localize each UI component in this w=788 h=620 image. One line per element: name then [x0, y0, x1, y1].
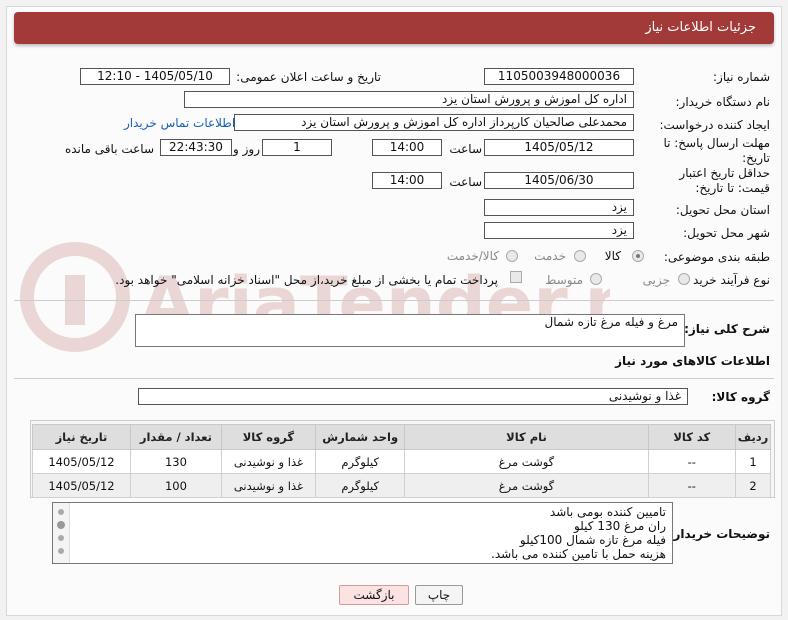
buyer-org-field: اداره کل اموزش و پرورش استان یزد: [184, 91, 634, 108]
cell-need-date: 1405/05/12: [32, 449, 131, 474]
col-quantity: تعداد / مقدار: [129, 424, 222, 450]
separator: [14, 378, 774, 379]
col-unit: واحد شمارش: [314, 424, 406, 450]
category-option-goods: کالا: [604, 249, 621, 263]
announce-label: تاریخ و ساعت اعلان عمومی:: [236, 70, 381, 84]
buyer-notes-line: ران مرغ 130 کیلو: [573, 519, 666, 533]
col-item-code: کد کالا: [647, 424, 737, 450]
col-row-number: ردیف: [735, 424, 771, 450]
cell-group: غذا و نوشیدنی: [220, 449, 316, 474]
delivery-city-field: یزد: [484, 222, 634, 239]
cell-item-code: --: [647, 449, 737, 474]
goods-group-label: گروه کالا:: [711, 390, 770, 404]
reply-time-field: 14:00: [372, 139, 442, 156]
process-label: نوع فرآیند خرید :: [685, 273, 770, 287]
description-field: مرغ و فیله مرغ تازه شمال: [135, 314, 685, 347]
category-radio-goods-service[interactable]: [506, 250, 518, 262]
col-item-name: نام کالا: [404, 424, 649, 450]
reply-date-field: 1405/05/12: [484, 139, 634, 156]
delivery-city-label: شهر محل تحویل:: [683, 226, 770, 240]
col-group: گروه کالا: [220, 424, 316, 450]
cell-unit: کیلوگرم: [314, 473, 406, 498]
separator: [14, 300, 774, 301]
cell-unit: کیلوگرم: [314, 449, 406, 474]
cell-group: غذا و نوشیدنی: [220, 473, 316, 498]
category-label: طبقه بندی موضوعی:: [663, 250, 770, 264]
treasury-payment-checkbox[interactable]: [510, 271, 522, 283]
notes-scrollbar[interactable]: [53, 503, 70, 563]
buyer-notes-line: هزینه حمل با تامین کننده می باشد.: [491, 547, 666, 561]
need-number-field: 1105003948000036: [484, 68, 634, 85]
category-option-service: خدمت: [534, 249, 566, 263]
category-radio-goods[interactable]: [632, 250, 644, 262]
page-title: جزئیات اطلاعات نیاز: [645, 20, 756, 35]
page-header: جزئیات اطلاعات نیاز: [14, 12, 774, 44]
buyer-notes-field[interactable]: تامیین کننده بومی باشد ران مرغ 130 کیلو …: [52, 502, 673, 564]
table-row[interactable]: 1 -- گوشت مرغ کیلوگرم غذا و نوشیدنی 130 …: [32, 449, 771, 474]
price-time-field: 14:00: [372, 172, 442, 189]
buyer-org-label: نام دستگاه خریدار:: [675, 95, 771, 109]
goods-section-title: اطلاعات کالاهای مورد نیاز: [615, 354, 770, 368]
category-option-goods-service: کالا/خدمت: [446, 249, 499, 263]
remaining-time-field: 22:43:30: [160, 139, 232, 156]
delivery-province-field: یزد: [484, 199, 634, 216]
payment-note: پرداخت تمام یا بخشی از مبلغ خرید،از محل …: [115, 273, 498, 287]
price-deadline-label: حداقل تاریخ اعتبار قیمت: تا تاریخ:: [679, 166, 770, 195]
buyer-contact-link[interactable]: اطلاعات تماس خریدار: [124, 116, 235, 130]
goods-group-field: غذا و نوشیدنی: [138, 388, 688, 405]
cell-row-number: 1: [735, 449, 771, 474]
cell-need-date: 1405/05/12: [32, 473, 131, 498]
cell-row-number: 2: [735, 473, 771, 498]
cell-quantity: 100: [129, 473, 222, 498]
scroll-dots-icon: [57, 509, 65, 554]
cell-item-code: --: [647, 473, 737, 498]
remaining-time-label: ساعت باقی مانده: [64, 142, 154, 156]
description-label: شرح کلی نیاز:: [684, 322, 770, 336]
need-number-label: شماره نیاز:: [713, 70, 770, 84]
category-radio-service[interactable]: [574, 250, 586, 262]
process-option-medium: متوسط: [545, 273, 583, 287]
buyer-notes-line: تامیین کننده بومی باشد: [549, 505, 666, 519]
cell-item-name: گوشت مرغ: [404, 473, 649, 498]
process-option-minor: جزیی: [642, 273, 670, 287]
requester-field: محمدعلی صالحیان کارپرداز اداره کل اموزش …: [234, 114, 634, 131]
reply-time-label: ساعت: [449, 142, 482, 156]
print-button[interactable]: چاپ: [415, 585, 463, 605]
col-need-date: تاریخ نیاز: [32, 424, 131, 450]
process-radio-medium[interactable]: [590, 273, 602, 285]
price-time-label: ساعت: [449, 175, 482, 189]
table-header-row: ردیف کد کالا نام کالا واحد شمارش گروه کا…: [32, 424, 771, 450]
buyer-notes-label: توضیحات خریدار:: [668, 527, 770, 541]
price-date-field: 1405/06/30: [484, 172, 634, 189]
announce-field: 1405/05/10 - 12:10: [80, 68, 230, 85]
back-button[interactable]: بازگشت: [339, 585, 409, 605]
cell-item-name: گوشت مرغ: [404, 449, 649, 474]
items-table: ردیف کد کالا نام کالا واحد شمارش گروه کا…: [32, 424, 771, 498]
buyer-notes-line: فیله مرغ تازه شمال 100کیلو: [519, 533, 666, 547]
table-row[interactable]: 2 -- گوشت مرغ کیلوگرم غذا و نوشیدنی 100 …: [32, 473, 771, 498]
cell-quantity: 130: [129, 449, 222, 474]
requester-label: ایجاد کننده درخواست:: [659, 118, 770, 132]
process-radio-minor[interactable]: [678, 273, 690, 285]
days-field: 1: [262, 139, 332, 156]
delivery-province-label: استان محل تحویل:: [675, 203, 770, 217]
days-label: روز و: [233, 142, 260, 156]
reply-deadline-label: مهلت ارسال پاسخ: تا تاریخ:: [663, 136, 770, 165]
